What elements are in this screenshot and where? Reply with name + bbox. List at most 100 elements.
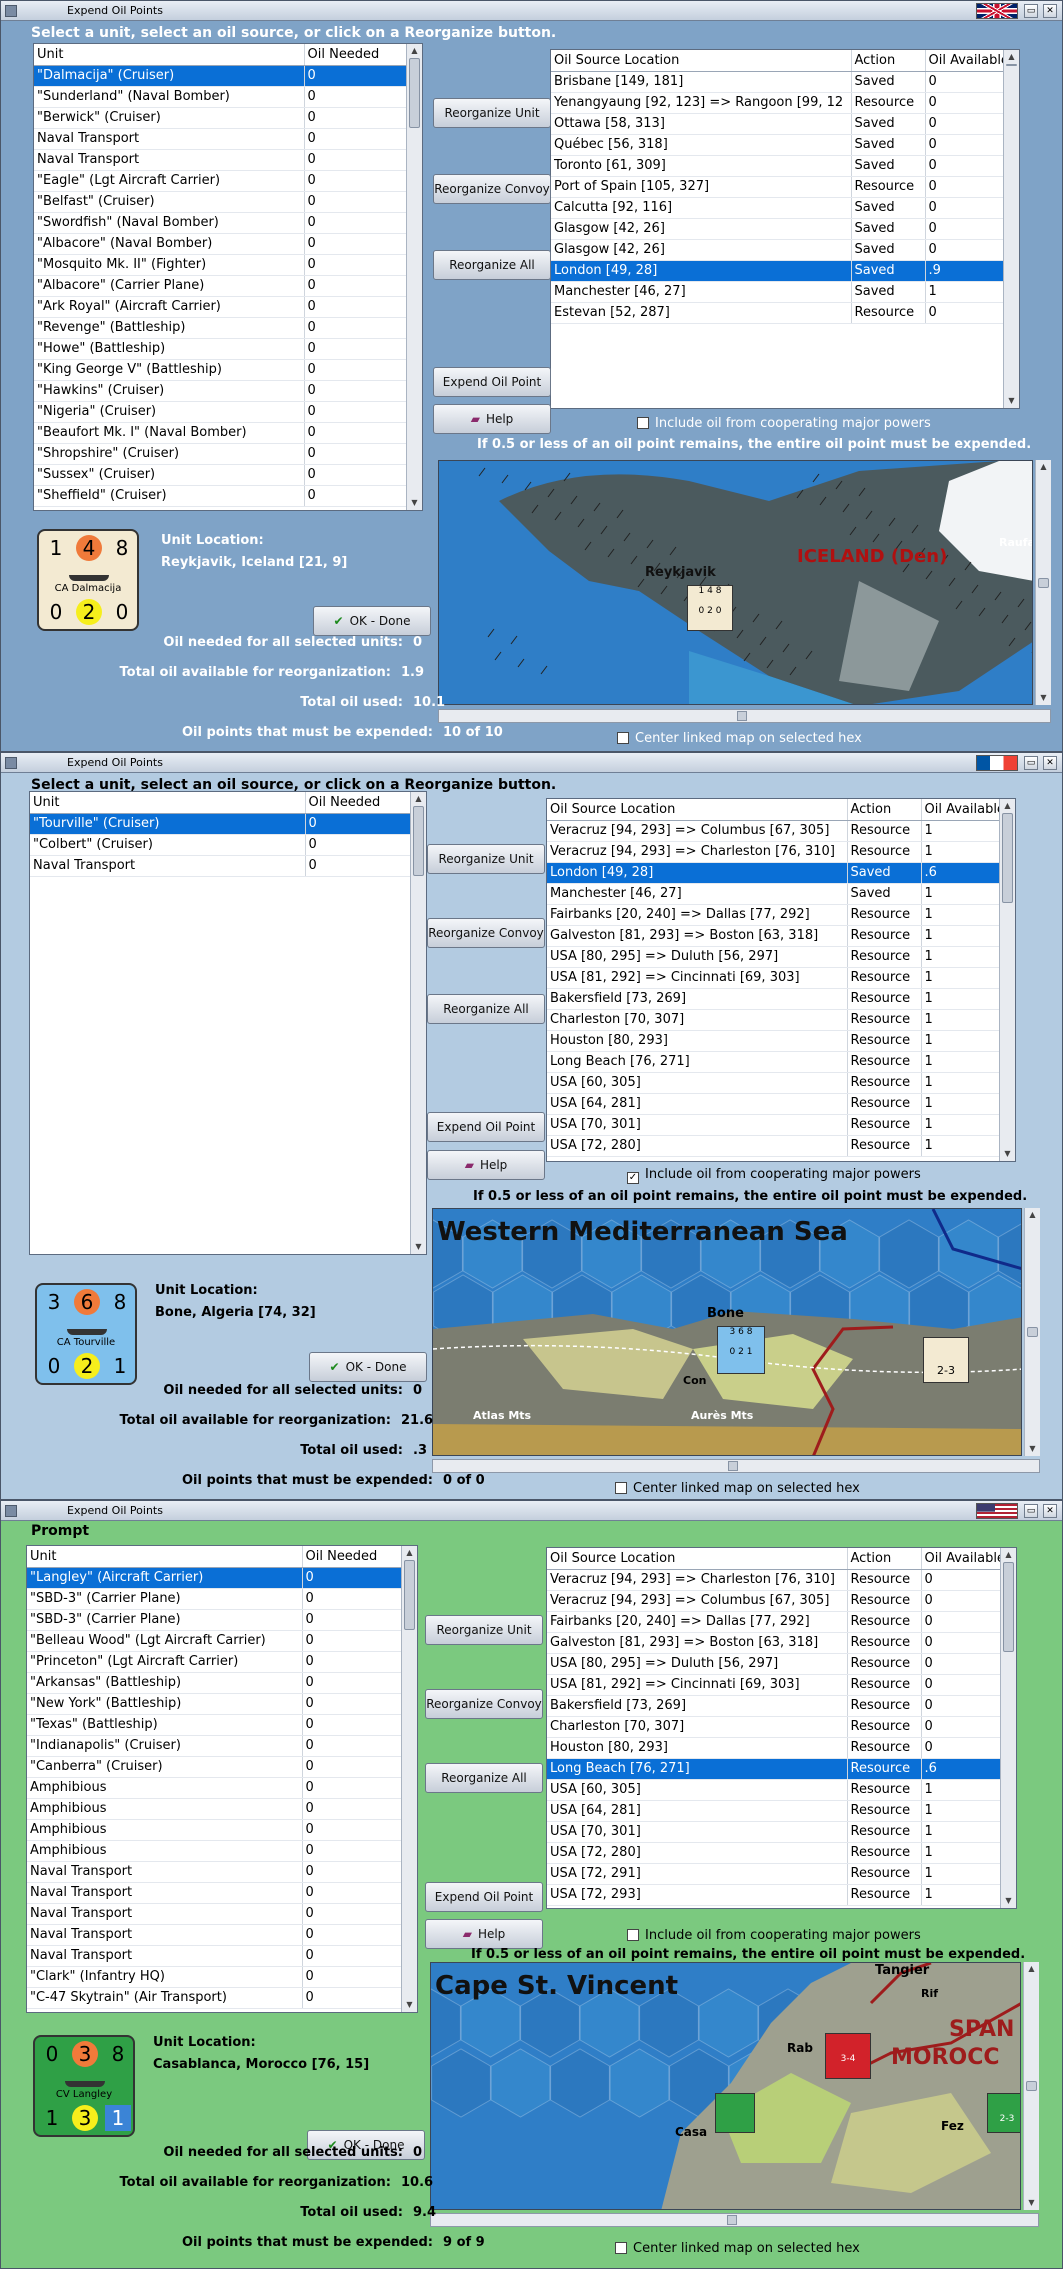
oil-source-row[interactable]: USA [72, 280] Resource 1 <box>547 1135 1015 1157</box>
ok-done-button[interactable]: ✔ OK - Done <box>313 606 431 636</box>
oil-source-row[interactable]: London [49, 28] Saved .6 <box>547 862 1015 884</box>
column-header[interactable]: Oil Source Location <box>547 799 848 821</box>
map-enemy-counter[interactable]: 2-3 <box>923 1337 969 1383</box>
unit-list[interactable]: Unit Oil Needed "Tourville" (Cruiser) 0 "Col… <box>29 791 427 1255</box>
unit-row[interactable]: "Belleau Wood" (Lgt Aircraft Carrier) 0 <box>27 1630 417 1652</box>
oil-source-row[interactable]: USA [80, 295] => Duluth [56, 297] Resourc… <box>547 1653 1016 1675</box>
unit-row[interactable]: "Tourville" (Cruiser) 0 <box>30 813 426 835</box>
oil-source-row[interactable]: Fairbanks [20, 240] => Dallas [77, 292] R… <box>547 1611 1016 1633</box>
unit-row[interactable]: "Berwick" (Cruiser) 0 <box>34 107 422 129</box>
oil-source-list[interactable]: Oil Source Location Action Oil Available Ve… <box>546 798 1016 1162</box>
checkbox-icon[interactable] <box>617 732 629 744</box>
oil-source-scrollbar[interactable]: ▲ ▼ <box>999 799 1015 1161</box>
unit-row[interactable]: Naval Transport 0 <box>34 149 422 171</box>
oil-source-row[interactable]: USA [72, 293] Resource 1 <box>547 1884 1016 1906</box>
oil-source-row[interactable]: Veracruz [94, 293] => Columbus [67, 305]… <box>547 820 1015 842</box>
title-bar[interactable]: Expend Oil Points ▭ ✕ <box>1 1501 1062 1521</box>
unit-row[interactable]: "Beaufort Mk. I" (Naval Bomber) 0 <box>34 422 422 444</box>
center-linked-map-checkbox[interactable]: Center linked map on selected hex <box>615 1481 860 1496</box>
unit-row[interactable]: "King George V" (Battleship) 0 <box>34 359 422 381</box>
unit-row[interactable]: "Langley" (Aircraft Carrier) 0 <box>27 1567 417 1589</box>
map-enemy-counter[interactable]: 3-4 <box>825 2033 871 2079</box>
map-vertical-scrollbar[interactable]: ▲ ▼ <box>1035 460 1051 705</box>
center-linked-map-checkbox[interactable]: Center linked map on selected hex <box>615 2241 860 2256</box>
oil-source-row[interactable]: Galveston [81, 293] => Boston [63, 318] R… <box>547 1632 1016 1654</box>
oil-source-row[interactable]: Yenangyaung [92, 123] => Rangoon [99, 12… <box>551 92 1019 114</box>
unit-row[interactable]: Naval Transport 0 <box>27 1903 417 1925</box>
reorganize-all-button[interactable]: Reorganize All <box>433 250 551 280</box>
unit-row[interactable]: "Dalmacija" (Cruiser) 0 <box>34 65 422 87</box>
oil-source-row[interactable]: Veracruz [94, 293] => Charleston [76, 31… <box>547 841 1015 863</box>
minimize-icon[interactable]: ▭ <box>1024 1504 1038 1518</box>
unit-row[interactable]: "Belfast" (Cruiser) 0 <box>34 191 422 213</box>
unit-row[interactable]: "Mosquito Mk. II" (Fighter) 0 <box>34 254 422 276</box>
oil-source-row[interactable]: Veracruz [94, 293] => Charleston [76, 31… <box>547 1569 1016 1591</box>
oil-source-row[interactable]: Québec [56, 318] Saved 0 <box>551 134 1019 156</box>
map-vertical-scrollbar[interactable]: ▲ ▼ <box>1024 1208 1040 1456</box>
help-button[interactable]: ▰ Help <box>433 404 551 434</box>
unit-row[interactable]: "Ark Royal" (Aircraft Carrier) 0 <box>34 296 422 318</box>
column-header[interactable]: Oil Source Location <box>551 50 852 72</box>
unit-row[interactable]: "Canberra" (Cruiser) 0 <box>27 1756 417 1778</box>
oil-source-row[interactable]: Houston [80, 293] Resource 1 <box>547 1030 1015 1052</box>
checkbox-icon[interactable] <box>615 2242 627 2254</box>
oil-source-scrollbar[interactable]: ▲ ▼ <box>1003 50 1019 408</box>
unit-row[interactable]: "Revenge" (Battleship) 0 <box>34 317 422 339</box>
unit-row[interactable]: "Sussex" (Cruiser) 0 <box>34 464 422 486</box>
oil-source-row[interactable]: Galveston [81, 293] => Boston [63, 318] R… <box>547 925 1015 947</box>
column-header[interactable]: Action <box>851 50 926 72</box>
unit-row[interactable]: Naval Transport 0 <box>34 128 422 150</box>
linked-map[interactable]: Western Mediterranean Sea Bone Atlas Mts Au… <box>432 1208 1022 1456</box>
column-header[interactable]: Oil Needed <box>302 1546 403 1568</box>
oil-source-row[interactable]: Glasgow [42, 26] Saved 0 <box>551 239 1019 261</box>
unit-row[interactable]: Naval Transport 0 <box>27 1861 417 1883</box>
oil-source-row[interactable]: USA [60, 305] Resource 1 <box>547 1072 1015 1094</box>
reorganize-convoy-button[interactable]: Reorganize Convoy <box>433 174 551 204</box>
column-header[interactable]: Oil Needed <box>305 792 414 814</box>
map-horizontal-scrollbar[interactable] <box>430 2213 1039 2227</box>
checkbox-icon[interactable] <box>637 417 649 429</box>
oil-source-row[interactable]: Manchester [46, 27] Saved 1 <box>551 281 1019 303</box>
oil-source-row[interactable]: Fairbanks [20, 240] => Dallas [77, 292] R… <box>547 904 1015 926</box>
unit-row[interactable]: "Hawkins" (Cruiser) 0 <box>34 380 422 402</box>
oil-source-row[interactable]: Charleston [70, 307] Resource 0 <box>547 1716 1016 1738</box>
oil-source-row[interactable]: Charleston [70, 307] Resource 1 <box>547 1009 1015 1031</box>
unit-row[interactable]: "Albacore" (Naval Bomber) 0 <box>34 233 422 255</box>
unit-row[interactable]: "Swordfish" (Naval Bomber) 0 <box>34 212 422 234</box>
unit-row[interactable]: Amphibious 0 <box>27 1798 417 1820</box>
reorganize-convoy-button[interactable]: Reorganize Convoy <box>425 1689 543 1719</box>
oil-source-row[interactable]: Toronto [61, 309] Saved 0 <box>551 155 1019 177</box>
oil-source-row[interactable]: USA [60, 305] Resource 1 <box>547 1779 1016 1801</box>
unit-row[interactable]: Amphibious 0 <box>27 1840 417 1862</box>
oil-source-row[interactable]: Brisbane [149, 181] Saved 0 <box>551 71 1019 93</box>
reorganize-all-button[interactable]: Reorganize All <box>427 994 545 1024</box>
unit-list[interactable]: Unit Oil Needed "Dalmacija" (Cruiser) 0 "Sun… <box>33 43 423 511</box>
linked-map[interactable]: Reykjavik ICELAND (Den) Raufa 1 4 80 2 0 <box>438 460 1033 705</box>
help-button[interactable]: ▰ Help <box>427 1150 545 1180</box>
linked-map[interactable]: Cape St. Vincent Tangier Rif SPAN MOROCC Rab C… <box>430 1962 1021 2210</box>
ok-done-button[interactable]: ✔ OK - Done <box>309 1352 427 1382</box>
unit-row[interactable]: "Nigeria" (Cruiser) 0 <box>34 401 422 423</box>
minimize-icon[interactable]: ▭ <box>1024 756 1038 770</box>
oil-source-row[interactable]: USA [72, 280] Resource 1 <box>547 1842 1016 1864</box>
include-cooperating-checkbox[interactable]: Include oil from cooperating major power… <box>627 1928 921 1943</box>
oil-source-row[interactable]: Houston [80, 293] Resource 0 <box>547 1737 1016 1759</box>
unit-row[interactable]: Amphibious 0 <box>27 1819 417 1841</box>
checkbox-icon[interactable] <box>627 1929 639 1941</box>
unit-row[interactable]: "Texas" (Battleship) 0 <box>27 1714 417 1736</box>
unit-row[interactable]: "Shropshire" (Cruiser) 0 <box>34 443 422 465</box>
oil-source-row[interactable]: Bakersfield [73, 269] Resource 0 <box>547 1695 1016 1717</box>
close-icon[interactable]: ✕ <box>1043 1504 1057 1518</box>
unit-row[interactable]: "Colbert" (Cruiser) 0 <box>30 834 426 856</box>
column-header[interactable]: Unit <box>30 792 306 814</box>
oil-source-row[interactable]: Ottawa [58, 313] Saved 0 <box>551 113 1019 135</box>
unit-list-scrollbar[interactable]: ▲ ▼ <box>406 44 422 510</box>
unit-row[interactable]: Naval Transport 0 <box>27 1924 417 1946</box>
reorganize-unit-button[interactable]: Reorganize Unit <box>425 1615 543 1645</box>
oil-source-row[interactable]: Port of Spain [105, 327] Resource 0 <box>551 176 1019 198</box>
unit-list-scrollbar[interactable]: ▲ ▼ <box>401 1546 417 2012</box>
unit-list[interactable]: Unit Oil Needed "Langley" (Aircraft Carrie… <box>26 1545 418 2013</box>
column-header[interactable]: Oil Source Location <box>547 1548 848 1570</box>
oil-source-row[interactable]: Bakersfield [73, 269] Resource 1 <box>547 988 1015 1010</box>
column-header[interactable]: Action <box>847 799 922 821</box>
